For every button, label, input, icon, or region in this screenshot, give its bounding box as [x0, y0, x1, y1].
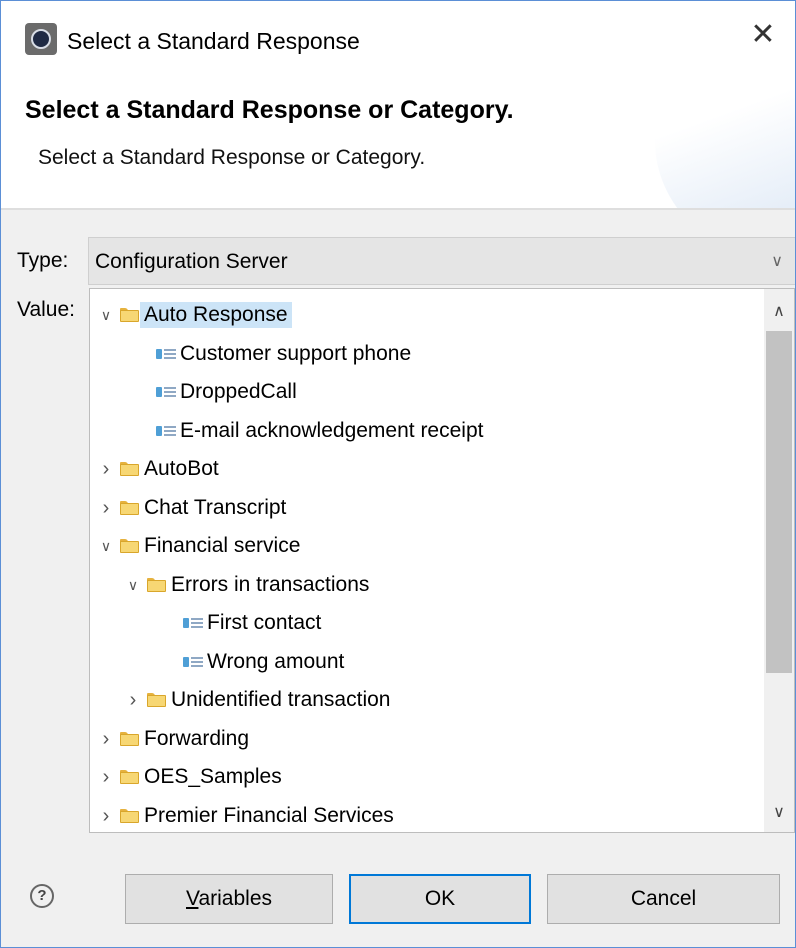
tree-folder-item[interactable]: › Chat Transcript: [90, 489, 760, 527]
tree-scrollbar[interactable]: ∧ ∨: [764, 289, 794, 832]
banner-title: Select a Standard Response or Category.: [25, 96, 514, 124]
type-select[interactable]: Configuration Server ∨: [88, 237, 795, 285]
tree-response-item[interactable]: First contact: [90, 604, 760, 642]
chevron-right-icon[interactable]: ›: [98, 459, 114, 479]
chevron-right-icon[interactable]: ›: [98, 498, 114, 518]
folder-icon: [120, 770, 139, 784]
chevron-right-icon[interactable]: ›: [98, 767, 114, 787]
response-tree[interactable]: ∧ ∨ ∨ Auto Response Customer support phone…: [89, 288, 795, 833]
scroll-down-icon[interactable]: ∨: [764, 798, 794, 828]
chevron-down-icon[interactable]: ∨: [771, 249, 783, 275]
tree-response-item[interactable]: E-mail acknowledgement receipt: [90, 412, 760, 450]
tree-folder-item[interactable]: ∨ Auto Response: [90, 296, 760, 334]
value-label: Value:: [17, 298, 75, 321]
dialog-window: Select a Standard Response ✕ Select a St…: [0, 0, 796, 948]
folder-icon: [120, 462, 139, 476]
chevron-right-icon[interactable]: ›: [98, 729, 114, 749]
window-title: Select a Standard Response: [67, 28, 360, 54]
folder-icon: [120, 539, 139, 553]
tree-item-label: Premier Financial Services: [144, 804, 394, 827]
type-label: Type:: [17, 249, 69, 272]
tree-folder-item[interactable]: › Premier Financial Services: [90, 797, 760, 832]
scroll-up-icon[interactable]: ∧: [764, 297, 794, 327]
chevron-down-icon[interactable]: ∨: [98, 536, 114, 556]
chevron-down-icon[interactable]: ∨: [125, 575, 141, 595]
tree-item-label: Unidentified transaction: [171, 688, 391, 711]
close-icon[interactable]: ✕: [745, 17, 781, 53]
type-select-value: Configuration Server: [95, 250, 288, 273]
tree-folder-item[interactable]: › OES_Samples: [90, 758, 760, 796]
chevron-down-icon[interactable]: ∨: [98, 305, 114, 325]
tree-response-item[interactable]: DroppedCall: [90, 373, 760, 411]
folder-icon: [120, 732, 139, 746]
folder-icon: [120, 308, 139, 322]
tree-item-label: AutoBot: [144, 457, 219, 480]
tree-item-label: Errors in transactions: [171, 573, 370, 596]
chevron-right-icon[interactable]: ›: [125, 690, 141, 710]
folder-icon: [147, 693, 166, 707]
tree-item-label: Chat Transcript: [144, 496, 287, 519]
variables-label: ariables: [198, 887, 272, 910]
tree-folder-item[interactable]: › Forwarding: [90, 720, 760, 758]
standard-response-icon: [156, 385, 176, 399]
standard-response-icon: [156, 347, 176, 361]
tree-item-label: First contact: [207, 611, 322, 634]
tree-item-label: Financial service: [144, 534, 301, 557]
tree-folder-item[interactable]: › Unidentified transaction: [90, 681, 760, 719]
tree-folder-item[interactable]: ∨ Financial service: [90, 527, 760, 565]
tree-item-label: Customer support phone: [180, 342, 412, 365]
ok-button[interactable]: OK: [349, 874, 531, 924]
tree-response-item[interactable]: Customer support phone: [90, 335, 760, 373]
tree-item-label: Wrong amount: [207, 650, 345, 673]
chevron-right-icon[interactable]: ›: [98, 806, 114, 826]
title-bar: Select a Standard Response ✕: [1, 1, 795, 81]
tree-item-label: OES_Samples: [144, 765, 282, 788]
tree-item-label: Forwarding: [144, 727, 250, 750]
standard-response-icon: [156, 424, 176, 438]
app-icon: [25, 23, 57, 55]
tree-item-label: DroppedCall: [180, 380, 297, 403]
variables-button[interactable]: Variables: [125, 874, 333, 924]
scroll-thumb[interactable]: [766, 331, 792, 673]
help-icon[interactable]: ?: [30, 884, 54, 908]
variables-mnemonic: V: [186, 887, 199, 910]
tree-folder-item[interactable]: › AutoBot: [90, 450, 760, 488]
folder-icon: [120, 809, 139, 823]
header-banner: Select a Standard Response or Category. …: [1, 81, 795, 210]
tree-item-label: Auto Response: [140, 302, 292, 328]
folder-icon: [147, 578, 166, 592]
tree-response-item[interactable]: Wrong amount: [90, 643, 760, 681]
banner-subtitle: Select a Standard Response or Category.: [38, 146, 426, 169]
standard-response-icon: [183, 655, 203, 669]
standard-response-icon: [183, 616, 203, 630]
tree-folder-item[interactable]: ∨ Errors in transactions: [90, 566, 760, 604]
cancel-button[interactable]: Cancel: [547, 874, 780, 924]
folder-icon: [120, 501, 139, 515]
banner-decoration: [655, 81, 795, 208]
tree-item-label: E-mail acknowledgement receipt: [180, 419, 484, 442]
